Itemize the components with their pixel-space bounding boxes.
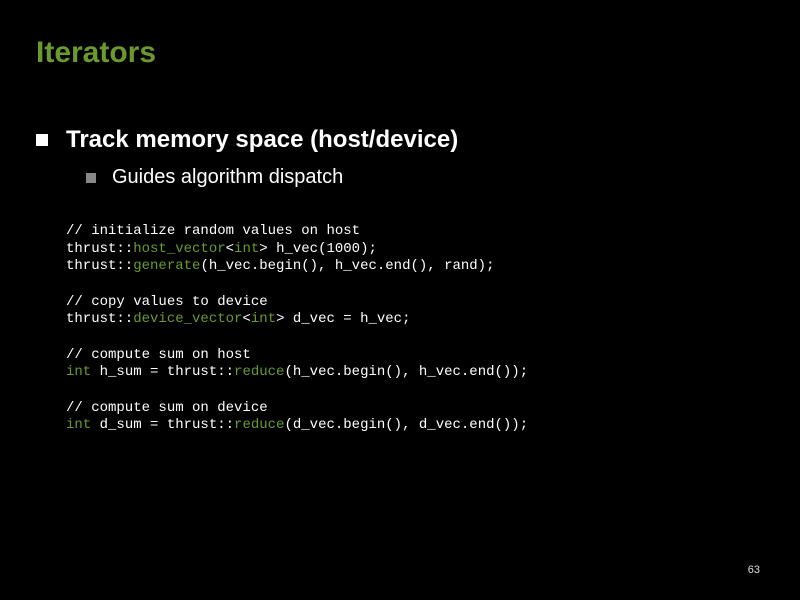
code-text: d_sum = thrust:: (91, 417, 234, 433)
code-keyword: generate (133, 258, 200, 274)
code-text: thrust:: (66, 311, 133, 327)
slide-title: Iterators (36, 36, 764, 70)
code-text: < (226, 241, 234, 257)
code-keyword: host_vector (133, 241, 225, 257)
square-bullet-icon (86, 173, 96, 183)
code-text: (h_vec.begin(), h_vec.end(), rand); (200, 258, 494, 274)
code-keyword: int (234, 241, 259, 257)
code-comment: // compute sum on host (66, 347, 251, 363)
code-text: > h_vec(1000); (259, 241, 377, 257)
code-comment: // initialize random values on host (66, 223, 360, 239)
code-comment: // compute sum on device (66, 400, 268, 416)
code-group-4: // compute sum on device int d_sum = thr… (66, 400, 764, 435)
code-keyword: device_vector (133, 311, 242, 327)
bullet-level2-wrap: Guides algorithm dispatch (86, 166, 764, 189)
code-keyword: int (251, 311, 276, 327)
bullet-level1: Track memory space (host/device) (36, 126, 764, 154)
code-text: h_sum = thrust:: (91, 364, 234, 380)
slide: Iterators Track memory space (host/devic… (0, 0, 800, 600)
bullet-l1-text: Track memory space (host/device) (66, 126, 458, 154)
page-number: 63 (748, 564, 760, 576)
code-keyword: reduce (234, 364, 284, 380)
code-text: (h_vec.begin(), h_vec.end()); (284, 364, 528, 380)
code-text: < (242, 311, 250, 327)
bullet-level2: Guides algorithm dispatch (86, 166, 764, 189)
code-block: // initialize random values on host thru… (66, 223, 764, 435)
bullet-l2-text: Guides algorithm dispatch (112, 166, 343, 189)
square-bullet-icon (36, 134, 48, 146)
code-keyword: reduce (234, 417, 284, 433)
code-text: (d_vec.begin(), d_vec.end()); (284, 417, 528, 433)
code-text: thrust:: (66, 258, 133, 274)
code-comment: // copy values to device (66, 294, 268, 310)
content-area: Track memory space (host/device) Guides … (36, 126, 764, 435)
code-group-3: // compute sum on host int h_sum = thrus… (66, 347, 764, 382)
code-keyword: int (66, 417, 91, 433)
code-text: > d_vec = h_vec; (276, 311, 410, 327)
code-text: thrust:: (66, 241, 133, 257)
code-keyword: int (66, 364, 91, 380)
code-group-1: // initialize random values on host thru… (66, 223, 764, 276)
code-group-2: // copy values to device thrust::device_… (66, 294, 764, 329)
